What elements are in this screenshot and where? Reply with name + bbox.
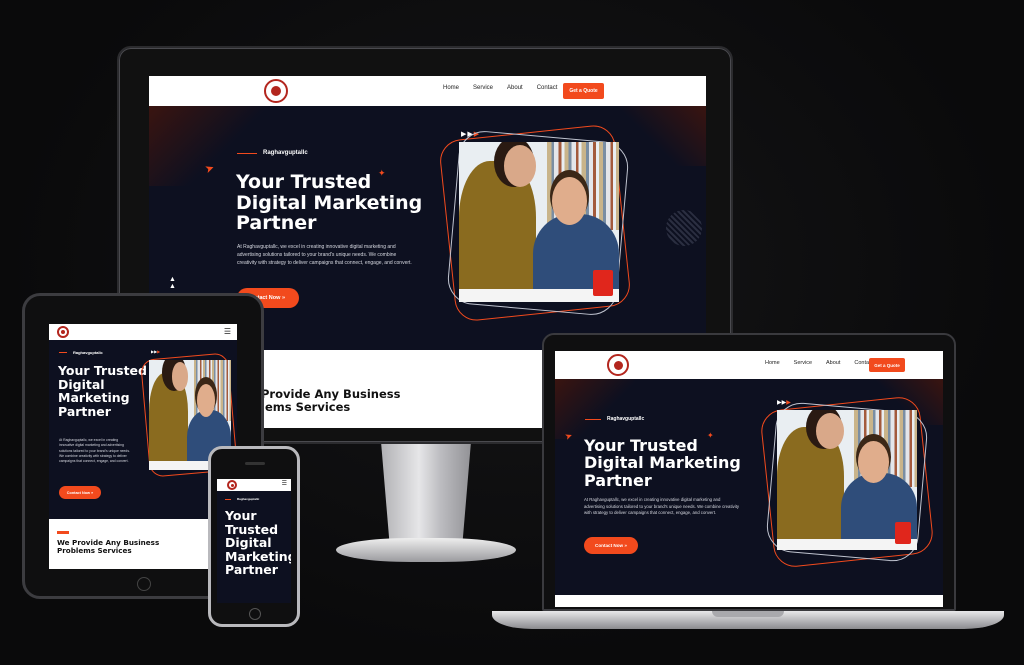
- hero-title-line2a: Digital: [58, 376, 105, 392]
- get-quote-button[interactable]: Get a Quote: [563, 83, 604, 99]
- contact-now-label: Contact Now: [595, 543, 624, 548]
- services-title-line2: Problems Services: [57, 545, 132, 555]
- tablet-navbar: ☰: [49, 324, 237, 340]
- hero-eyebrow: Raghavguptallc: [225, 497, 259, 501]
- brand-logo[interactable]: [264, 79, 288, 103]
- nav-contact[interactable]: Contact: [537, 85, 558, 91]
- contact-now-button[interactable]: Contact Now »: [59, 486, 101, 499]
- hero-title-line2a: Digital: [225, 535, 272, 550]
- phone-hero: Raghavguptallc Your Trusted Digital Mark…: [217, 491, 291, 603]
- nav-home[interactable]: Home: [765, 360, 780, 366]
- dots-circle-decoration: [666, 210, 702, 246]
- hero-paragraph: At Raghavguptallc, we excel in creating …: [237, 244, 412, 266]
- hero-title-line2: Digital Marketing: [236, 191, 423, 214]
- scroll-up-icon[interactable]: ▲ ▲: [169, 276, 176, 290]
- hamburger-icon[interactable]: ☰: [224, 327, 231, 336]
- phone-device: ☰ Raghavguptallc Your Trusted Digital Ma…: [208, 446, 300, 627]
- hero-title: Your Trusted Digital Marketing Partner: [584, 437, 741, 489]
- monitor-stand-base: [336, 538, 516, 562]
- monitor-stand: [381, 444, 471, 544]
- laptop-hero: ➤ ✦ ▶▶▶ Raghavguptallc Your Trusted Digi…: [555, 379, 943, 595]
- hero-title-line2b: Marketing: [225, 548, 291, 564]
- services-title: We Provide Any Business Problems Service…: [57, 539, 159, 555]
- services-tag: [57, 531, 69, 534]
- hero-title: Your Trusted Digital Marketing Partner: [225, 509, 291, 577]
- hero-title-line2: Digital Marketing: [584, 453, 741, 473]
- services-title-line1: Provide Any Business: [261, 387, 401, 401]
- hero-title-line1b: Trusted: [225, 521, 279, 537]
- hero-title: Your Trusted Digital Marketing Partner: [58, 364, 147, 418]
- nav-service[interactable]: Service: [473, 85, 493, 91]
- nav-home[interactable]: Home: [443, 85, 459, 91]
- hero-title-line1: Your Trusted: [236, 171, 372, 193]
- hero-eyebrow-text: Raghavguptallc: [73, 350, 103, 355]
- hero-paragraph: At Raghavguptallc, we excel in creating …: [59, 438, 130, 464]
- contact-now-label: Contact Now: [66, 490, 90, 495]
- device-mockup-stage: Home Service About Contact Get a Quote ▶…: [0, 0, 1024, 665]
- contact-now-button[interactable]: Contact Now »: [584, 537, 638, 554]
- hero-eyebrow: Raghavguptallc: [237, 150, 308, 156]
- hero-title-line3: Partner: [58, 403, 111, 419]
- hero-glow-right: [616, 106, 706, 166]
- hero-title-line3: Partner: [584, 470, 652, 490]
- double-chevron-right-icon: »: [281, 295, 285, 301]
- tablet-home-button[interactable]: [137, 577, 151, 591]
- phone-speaker: [245, 462, 265, 465]
- play-arrows-icon: ▶▶▶: [151, 349, 161, 354]
- services-title-line2: lems Services: [261, 399, 351, 414]
- hero-team-photo: [777, 410, 917, 550]
- hero-title-line1: Your Trusted: [584, 436, 698, 455]
- laptop-nav-links: Home Service About Contact: [765, 360, 873, 366]
- laptop-navbar: Home Service About Contact Get a Quote: [555, 351, 943, 379]
- desktop-nav-links: Home Service About Contact: [443, 85, 557, 91]
- hero-eyebrow-text: Raghavguptallc: [607, 416, 645, 422]
- brand-logo[interactable]: [227, 480, 237, 490]
- nav-about[interactable]: About: [826, 360, 840, 366]
- hero-eyebrow: Raghavguptallc: [585, 416, 644, 422]
- phone-home-button[interactable]: [249, 608, 261, 620]
- phone-screen: ☰ Raghavguptallc Your Trusted Digital Ma…: [217, 479, 291, 603]
- hamburger-icon[interactable]: ☰: [282, 480, 287, 487]
- hero-paragraph: At Raghavguptallc, we excel in creating …: [584, 497, 740, 516]
- laptop-screen: Home Service About Contact Get a Quote ➤…: [555, 351, 943, 607]
- hero-title-line1: Your Trusted: [58, 363, 147, 378]
- services-title: Provide Any Business lems Services: [261, 388, 400, 413]
- brand-logo[interactable]: [607, 354, 629, 376]
- hero-title-line3: Partner: [236, 212, 317, 235]
- hero-team-photo: [459, 142, 619, 302]
- nav-about[interactable]: About: [507, 85, 523, 91]
- laptop-device: Home Service About Contact Get a Quote ➤…: [542, 333, 956, 611]
- hero-eyebrow-text: Raghavguptallc: [237, 497, 260, 501]
- phone-navbar: ☰: [217, 479, 291, 491]
- hero-title-line1a: Your: [225, 508, 257, 523]
- hero-eyebrow: Raghavguptallc: [59, 350, 103, 355]
- hero-title-line2b: Marketing: [58, 390, 130, 405]
- hero-title: Your Trusted Digital Marketing Partner: [236, 172, 422, 234]
- desktop-navbar: Home Service About Contact Get a Quote: [149, 76, 706, 106]
- double-chevron-right-icon: »: [91, 490, 94, 495]
- laptop-notch: [712, 611, 784, 617]
- get-quote-button[interactable]: Get a Quote: [869, 358, 905, 372]
- hero-title-line3: Partner: [225, 562, 278, 577]
- nav-service[interactable]: Service: [794, 360, 812, 366]
- brand-logo[interactable]: [57, 326, 69, 338]
- double-chevron-right-icon: »: [624, 543, 627, 548]
- hero-eyebrow-text: Raghavguptallc: [263, 150, 308, 156]
